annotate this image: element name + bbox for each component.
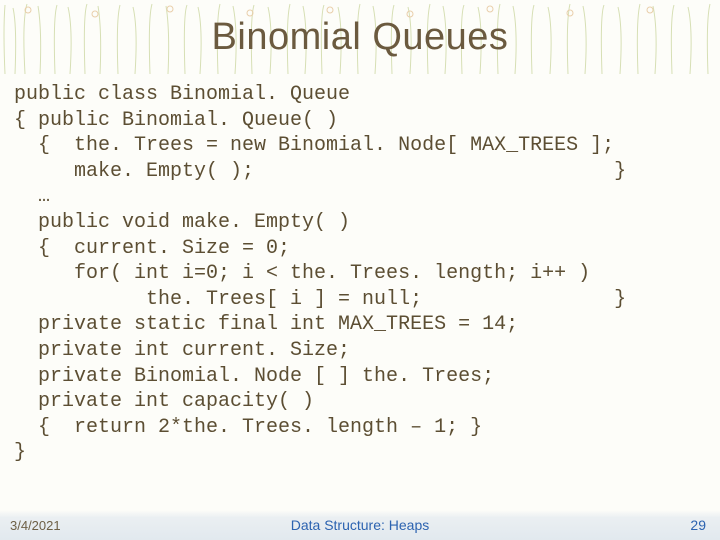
code-line: for( int i=0; i < the. Trees. length; i+… xyxy=(14,262,590,285)
footer-date: 3/4/2021 xyxy=(10,518,61,533)
code-line: private Binomial. Node [ ] the. Trees; xyxy=(14,365,494,388)
footer-page: 29 xyxy=(690,517,706,533)
code-line: private static final int MAX_TREES = 14; xyxy=(14,313,518,336)
code-line: private int current. Size; xyxy=(14,339,350,362)
slide-header: Binomial Queues xyxy=(0,0,720,74)
code-line: public class Binomial. Queue xyxy=(14,83,350,106)
code-line: the. Trees[ i ] = null; } xyxy=(14,288,626,311)
code-line: private int capacity( ) xyxy=(14,390,314,413)
code-line: { return 2*the. Trees. length – 1; } xyxy=(14,416,482,439)
code-line: { public Binomial. Queue( ) xyxy=(14,109,338,132)
code-line: { the. Trees = new Binomial. Node[ MAX_T… xyxy=(14,134,614,157)
code-line: { current. Size = 0; xyxy=(14,237,290,260)
code-line: … xyxy=(14,185,50,208)
code-line: public void make. Empty( ) xyxy=(14,211,350,234)
slide-footer: 3/4/2021 Data Structure: Heaps 29 xyxy=(0,510,720,540)
code-line: } xyxy=(14,441,26,464)
code-line: make. Empty( ); } xyxy=(14,160,626,183)
code-block: public class Binomial. Queue { public Bi… xyxy=(0,74,720,466)
footer-course: Data Structure: Heaps xyxy=(291,517,430,533)
slide-title: Binomial Queues xyxy=(212,16,509,59)
